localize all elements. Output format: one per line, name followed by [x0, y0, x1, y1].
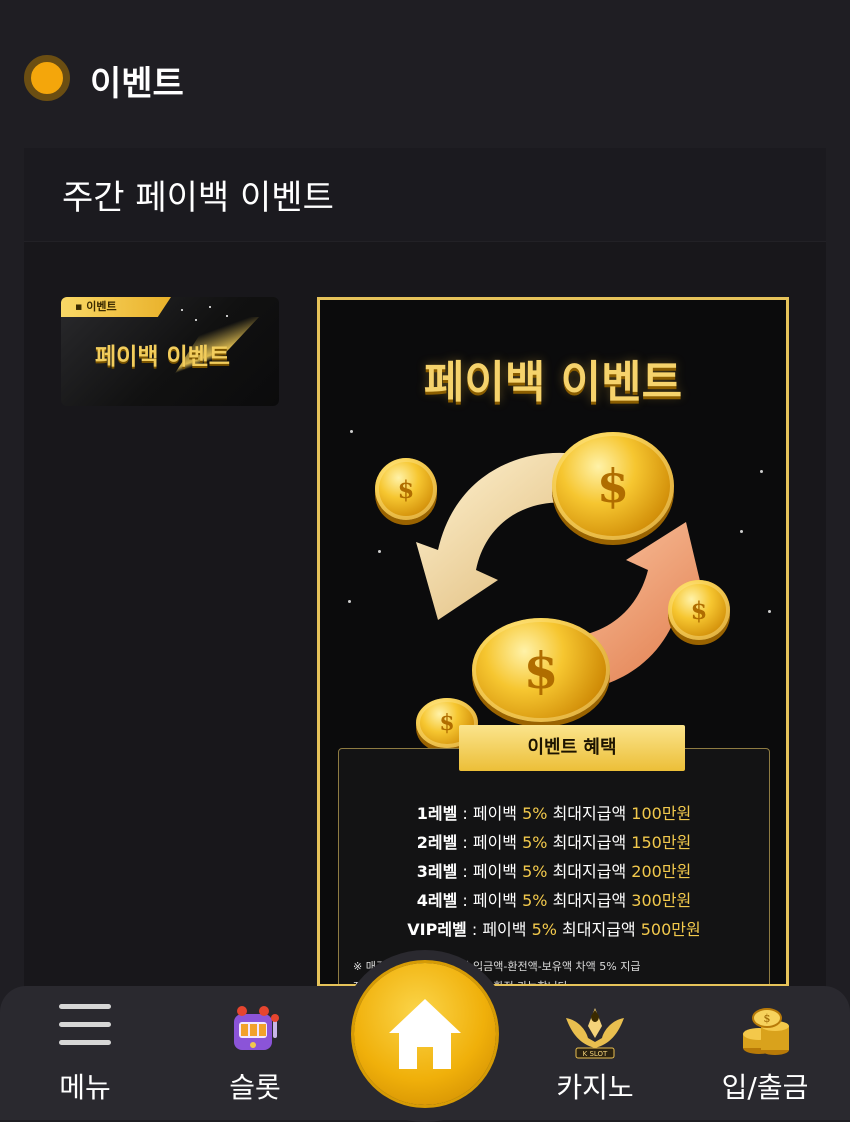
nav-item-deposit-withdraw[interactable]: $ 입/출금: [680, 986, 850, 1120]
card-title: 주간 페이백 이벤트: [62, 178, 334, 218]
nav-item-menu[interactable]: 메뉴: [0, 986, 170, 1120]
benefit-header: 이벤트 혜택: [459, 725, 685, 771]
nav-label: 입/출금: [721, 1071, 809, 1104]
sparkle: [768, 610, 771, 613]
star-dot: [226, 315, 228, 317]
event-thumbnail[interactable]: ▪ 이벤트 페이백 이벤트: [61, 297, 279, 406]
card-header: 주간 페이백 이벤트: [24, 148, 826, 242]
thumbnail-tab: ▪ 이벤트: [61, 297, 171, 317]
benefit-row: 1레벨 : 페이백 5% 최대지급액 100만원: [416, 804, 692, 823]
thumbnail-title: 페이백 이벤트: [95, 344, 230, 370]
nav-label: 슬롯: [229, 1071, 281, 1104]
sparkle: [740, 530, 743, 533]
star-dot: [181, 309, 183, 311]
star-dot: [195, 319, 197, 321]
casino-badge-text: K SLOT: [583, 1050, 608, 1058]
home-button[interactable]: [354, 963, 496, 1105]
nav-item-casino[interactable]: K SLOT 카지노: [510, 986, 680, 1120]
coin-icon: $: [668, 580, 730, 640]
coin-stack-icon: $: [743, 1008, 789, 1055]
benefit-row: 2레벨 : 페이백 5% 최대지급액 150만원: [416, 833, 692, 852]
coin-icon: $: [375, 458, 437, 520]
poster-title: 페이백 이벤트: [423, 357, 683, 408]
page-header: 이벤트: [0, 0, 850, 148]
nav-label: 카지노: [556, 1071, 634, 1104]
event-poster: 페이백 이벤트 $ $ $ $ $ 이벤트 혜택 1레벨: 페이백 5% 최대…: [317, 297, 789, 987]
star-dot: [209, 306, 211, 308]
benefit-list: 1레벨 : 페이백 5% 최대지급액 100만원 2레벨 : 페이백 5% 최대…: [339, 799, 769, 944]
sparkle: [760, 470, 763, 473]
sparkle: [378, 550, 381, 553]
event-dot-icon: [24, 55, 70, 101]
benefit-row: VIP레벨 : 페이백 5% 최대지급액 500만원: [407, 920, 701, 939]
coin-icon: $: [472, 618, 610, 722]
benefit-row: 3레벨 : 페이백 5% 최대지급액 200만원: [416, 862, 692, 881]
slot-machine-icon: [234, 1006, 279, 1050]
menu-icon: [59, 1004, 111, 1046]
benefit-row: 4레벨 : 페이백 5% 최대지급액 300만원: [416, 891, 692, 910]
nav-item-slot[interactable]: 슬롯: [170, 986, 340, 1120]
nav-label: 메뉴: [59, 1071, 111, 1104]
benefit-box: 이벤트 혜택 1레벨 : 페이백 5% 최대지급액 100만원 2레벨 : 페이…: [338, 725, 770, 984]
sparkle: [350, 430, 353, 433]
home-icon: [389, 999, 461, 1069]
page-title: 이벤트: [90, 64, 184, 104]
coin-icon: $: [552, 432, 674, 540]
sparkle: [348, 600, 351, 603]
casino-emblem-icon: K SLOT: [566, 1008, 624, 1059]
svg-text:$: $: [764, 1012, 771, 1025]
